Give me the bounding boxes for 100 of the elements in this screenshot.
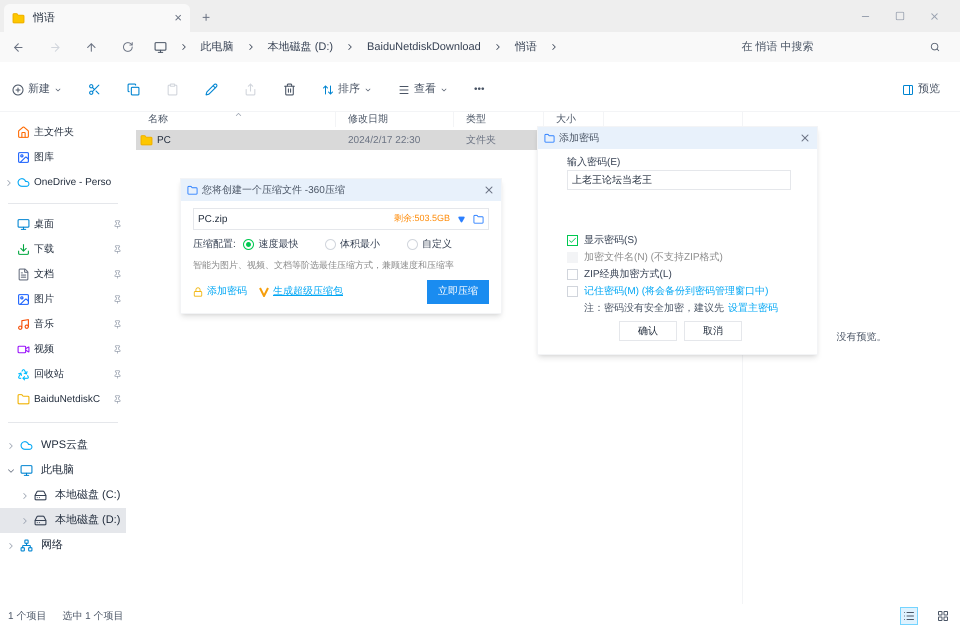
checkbox[interactable]	[567, 235, 578, 246]
share-icon[interactable]	[244, 83, 257, 96]
cloud-icon	[17, 176, 30, 189]
desktop-icon	[17, 218, 30, 231]
checkbox[interactable]	[567, 286, 578, 297]
pc-icon	[20, 464, 33, 477]
sidebar-item[interactable]: OneDrive - Perso	[0, 170, 126, 195]
back-icon[interactable]	[12, 40, 25, 54]
download-icon	[17, 243, 30, 256]
sort-button[interactable]: 排序	[322, 81, 372, 98]
maximize-icon[interactable]	[895, 10, 905, 20]
filename-field[interactable]: PC.zip 剩余:503.5GB	[193, 208, 489, 230]
video-icon	[17, 343, 30, 356]
config-label: 压缩配置:	[193, 238, 237, 252]
checkbox[interactable]	[567, 269, 578, 280]
folder-icon[interactable]	[473, 214, 484, 224]
item-count: 1 个项目	[8, 610, 46, 624]
search-icon	[930, 42, 940, 52]
new-button[interactable]: 新建	[12, 81, 62, 98]
dropdown-icon[interactable]	[458, 216, 465, 222]
window-tab[interactable]: 悄语 ×	[4, 4, 190, 32]
drive-icon	[34, 514, 47, 527]
sidebar-item[interactable]: BaiduNetdiskC	[0, 387, 126, 412]
close-tab-button[interactable]: ×	[174, 8, 182, 28]
file-name: PC	[157, 134, 171, 148]
tab-title: 悄语	[33, 10, 56, 26]
monitor-icon	[154, 40, 167, 54]
checkbox-option[interactable]: ZIP经典加密方式(L)	[567, 266, 788, 283]
gallery-icon	[17, 293, 30, 306]
forward-icon[interactable]	[48, 40, 62, 54]
lock-icon	[193, 286, 203, 296]
more-button[interactable]: •••	[474, 82, 485, 97]
sidebar-item[interactable]: 文档	[0, 262, 126, 287]
preview-button[interactable]: 预览	[902, 81, 940, 98]
v-icon	[259, 286, 269, 296]
gallery-icon	[17, 151, 30, 164]
date-cell-text: 2024/2/17 22:30	[347, 134, 422, 148]
preview-message: 没有预览。	[836, 331, 886, 345]
dialog-title: 添加密码	[559, 132, 600, 146]
breadcrumb[interactable]: 此电脑	[200, 38, 234, 56]
details-view-button[interactable]	[900, 607, 918, 625]
sidebar-item[interactable]: 图库	[0, 145, 126, 170]
radio-icon[interactable]	[325, 239, 336, 250]
close-icon[interactable]	[799, 132, 811, 144]
sidebar-item[interactable]: 主文件夹	[0, 120, 126, 145]
radio-icon[interactable]	[407, 239, 418, 250]
radio-option[interactable]: 体积最小	[325, 237, 408, 252]
panel-icon	[902, 84, 914, 96]
folder-icon	[12, 12, 25, 24]
sidebar-item[interactable]: 图片	[0, 287, 126, 312]
sidebar-item[interactable]: 音乐	[0, 312, 126, 337]
new-tab-button[interactable]: +	[202, 7, 210, 28]
refresh-icon[interactable]	[122, 41, 134, 53]
sidebar-item[interactable]: WPS云盘	[0, 433, 126, 458]
sidebar-item[interactable]: 桌面	[0, 212, 126, 237]
sidebar-item[interactable]: 下载	[0, 237, 126, 262]
cancel-button[interactable]: 取消	[684, 321, 742, 341]
archive-icon	[187, 184, 198, 196]
type-cell-text: 文件夹	[465, 134, 497, 148]
hint-text: 智能为图片、视频、文档等阶选最佳压缩方式，兼顾速度和压缩率	[193, 259, 455, 272]
doc-icon	[17, 268, 30, 281]
view-button[interactable]: 查看	[398, 81, 448, 98]
radio-option[interactable]: 速度最快	[243, 237, 326, 252]
sort-icon	[322, 84, 334, 96]
sidebar-item[interactable]: 回收站	[0, 362, 126, 387]
selection-count: 选中 1 个项目	[62, 610, 124, 624]
copy-icon[interactable]	[127, 83, 140, 96]
sidebar-item[interactable]: 本地磁盘 (C:)	[0, 483, 126, 508]
grid-icon	[937, 610, 949, 622]
plus-icon	[12, 84, 24, 96]
sidebar-item[interactable]: 此电脑	[0, 458, 126, 483]
music-icon	[17, 318, 30, 331]
sidebar-item[interactable]: 本地磁盘 (D:)	[0, 508, 126, 533]
delete-icon[interactable]	[283, 83, 296, 96]
breadcrumb[interactable]: 悄语	[514, 38, 537, 56]
lines-icon	[398, 84, 410, 96]
notice-text: 注：密码没有安全加密，建议先	[584, 302, 724, 316]
radio-option[interactable]: 自定义	[407, 237, 489, 252]
folder-icon	[17, 393, 30, 406]
ok-button[interactable]: 确认	[619, 321, 677, 341]
rename-icon[interactable]	[205, 83, 218, 96]
close-icon[interactable]	[929, 10, 940, 22]
column-header[interactable]: 名称	[136, 112, 336, 127]
address-bar[interactable]: 此电脑 本地磁盘 (D:) BaiduNetdiskDownload 悄语	[146, 35, 682, 59]
folder-icon	[140, 134, 153, 146]
up-icon[interactable]	[85, 40, 98, 54]
archive-icon	[544, 132, 555, 144]
sidebar-item[interactable]: 视频	[0, 337, 126, 362]
sidebar-item[interactable]: 网络	[0, 533, 126, 558]
radio-icon[interactable]	[243, 239, 254, 250]
field-label: 输入密码(E)	[567, 156, 622, 170]
breadcrumb[interactable]: BaiduNetdiskDownload	[367, 38, 481, 56]
checkbox-option[interactable]: 显示密码(S)	[567, 232, 788, 249]
paste-icon[interactable]	[166, 83, 179, 96]
password-field[interactable]: 上老王论坛当老王	[567, 170, 791, 190]
cut-icon[interactable]	[88, 83, 101, 96]
close-icon[interactable]	[483, 184, 495, 196]
search-field[interactable]: 在 悄语 中搜索	[729, 35, 952, 59]
breadcrumb[interactable]: 本地磁盘 (D:)	[268, 38, 334, 56]
column-header[interactable]: 修改日期	[336, 112, 454, 127]
